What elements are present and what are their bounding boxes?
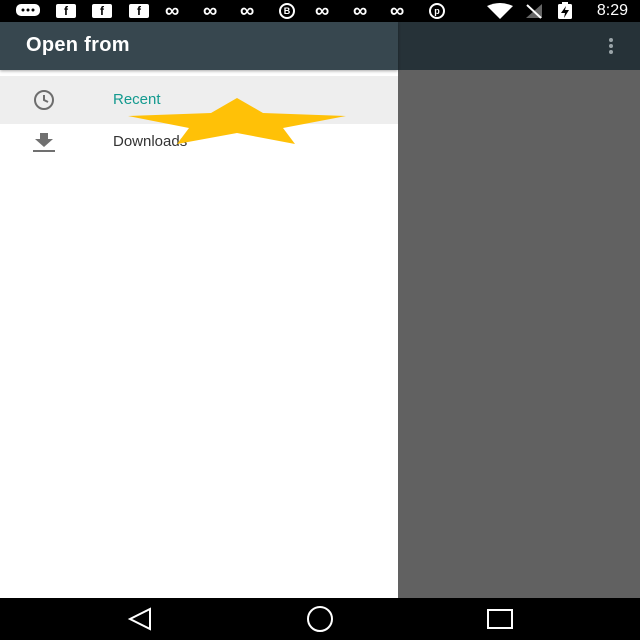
clock-time: 8:29 — [596, 2, 628, 19]
infinity-icon: ∞ — [203, 0, 218, 22]
infinity-icon: ∞ — [240, 0, 255, 22]
star-annotation — [125, 96, 349, 151]
facebook-icon: f — [56, 3, 76, 19]
drawer-header: Open from — [0, 22, 398, 70]
facebook-icon: f — [92, 3, 112, 19]
pinterest-icon: p — [429, 3, 445, 19]
battery-charging-icon — [557, 2, 573, 19]
status-bar: f f f ∞ ∞ ∞ B ∞ ∞ ∞ p 8:29 — [0, 0, 640, 22]
no-signal-icon — [524, 3, 544, 19]
app-toolbar — [398, 22, 640, 70]
infinity-icon: ∞ — [353, 0, 368, 22]
navigation-bar — [0, 598, 640, 640]
home-button[interactable] — [305, 606, 335, 637]
infinity-icon: ∞ — [165, 0, 180, 22]
chat-bubble-icon — [15, 3, 41, 19]
facebook-icon: f — [129, 3, 149, 19]
download-icon — [28, 130, 60, 154]
back-button[interactable] — [126, 606, 154, 637]
wifi-icon — [486, 3, 514, 19]
blackberry-messenger-icon: B — [279, 3, 295, 19]
overflow-menu-icon[interactable] — [608, 38, 614, 54]
drawer-title: Open from — [26, 34, 130, 56]
infinity-icon: ∞ — [315, 0, 330, 22]
infinity-icon: ∞ — [390, 0, 405, 22]
clock-icon — [28, 88, 60, 112]
drawer-scrim[interactable] — [398, 70, 640, 598]
recents-button[interactable] — [485, 606, 515, 637]
